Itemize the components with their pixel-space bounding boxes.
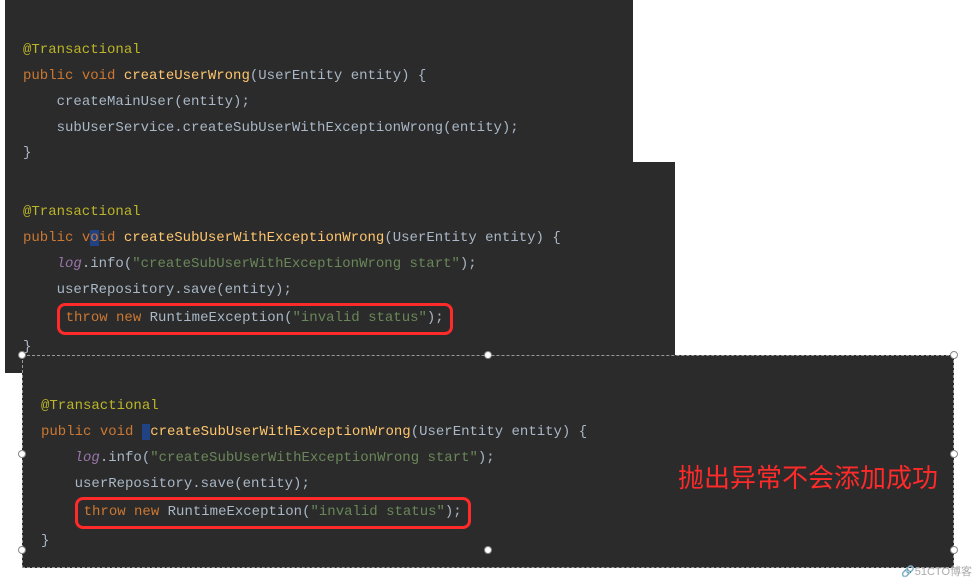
save-call: .save(entity); bbox=[192, 476, 310, 492]
kw-throw: throw bbox=[84, 504, 126, 520]
repo: userRepository bbox=[57, 282, 175, 298]
kw-public: public bbox=[23, 230, 73, 246]
selection-handle[interactable] bbox=[18, 450, 26, 458]
kw-new: new bbox=[116, 310, 141, 326]
info-call: .info( bbox=[100, 450, 150, 466]
signature-tail: (UserEntity entity) { bbox=[384, 230, 560, 246]
str-2: "invalid status" bbox=[292, 310, 426, 326]
selection-handle[interactable] bbox=[950, 351, 958, 359]
cursor bbox=[142, 424, 150, 440]
line-call-1: createMainUser(entity); bbox=[57, 94, 250, 110]
kw-void: void bbox=[100, 424, 134, 440]
kw-throw: throw bbox=[66, 310, 108, 326]
selection-handle[interactable] bbox=[484, 546, 492, 554]
runtime-ex: RuntimeException( bbox=[168, 504, 311, 520]
method-name: createSubUserWithExceptionWrong bbox=[124, 230, 384, 246]
signature-tail: (UserEntity entity) { bbox=[411, 424, 587, 440]
selection-handle[interactable] bbox=[484, 351, 492, 359]
info-close: ); bbox=[460, 256, 477, 272]
subuser-call: .createSubUserWithExceptionWrong(entity)… bbox=[174, 120, 518, 136]
signature-tail: (UserEntity entity) { bbox=[250, 68, 426, 84]
annotation: @Transactional bbox=[23, 42, 141, 58]
highlighted-throw-line: throw new RuntimeException("invalid stat… bbox=[57, 303, 453, 335]
info-close: ); bbox=[478, 450, 495, 466]
repo: userRepository bbox=[75, 476, 193, 492]
method-name: createUserWrong bbox=[124, 68, 250, 84]
annotation-comment: 抛出异常不会添加成功 bbox=[678, 460, 938, 496]
selection-handle[interactable] bbox=[950, 546, 958, 554]
kw-public: public bbox=[23, 68, 73, 84]
highlighted-throw-line: throw new RuntimeException("invalid stat… bbox=[75, 497, 471, 529]
str-2: "invalid status" bbox=[310, 504, 444, 520]
code-block-1: @Transactional public void createUserWro… bbox=[5, 0, 633, 179]
str-1: "createSubUserWithExceptionWrong start" bbox=[132, 256, 460, 272]
kw-void-pre: v bbox=[82, 230, 90, 246]
close-brace: } bbox=[41, 533, 49, 549]
watermark: 🔗51CTO博客 bbox=[901, 563, 972, 579]
kw-void: void bbox=[82, 68, 116, 84]
selection-handle[interactable] bbox=[950, 450, 958, 458]
code-block-2: @Transactional public void createSubUser… bbox=[5, 162, 675, 373]
kw-void-cursor: o bbox=[90, 230, 98, 246]
save-call: .save(entity); bbox=[174, 282, 292, 298]
log-var: log bbox=[57, 256, 82, 272]
selection-handle[interactable] bbox=[18, 546, 26, 554]
kw-new: new bbox=[134, 504, 159, 520]
annotation: @Transactional bbox=[23, 204, 141, 220]
runtime-ex: RuntimeException( bbox=[150, 310, 293, 326]
rtex-close: ); bbox=[445, 504, 462, 520]
selection-handle[interactable] bbox=[18, 351, 26, 359]
annotation: @Transactional bbox=[41, 398, 159, 414]
rtex-close: ); bbox=[427, 310, 444, 326]
str-1: "createSubUserWithExceptionWrong start" bbox=[150, 450, 478, 466]
log-var: log bbox=[75, 450, 100, 466]
info-call: .info( bbox=[82, 256, 132, 272]
close-brace: } bbox=[23, 145, 31, 161]
subuser-service: subUserService bbox=[57, 120, 175, 136]
method-name: createSubUserWithExceptionWrong bbox=[150, 424, 410, 440]
kw-void-post: id bbox=[99, 230, 116, 246]
kw-public: public bbox=[41, 424, 91, 440]
